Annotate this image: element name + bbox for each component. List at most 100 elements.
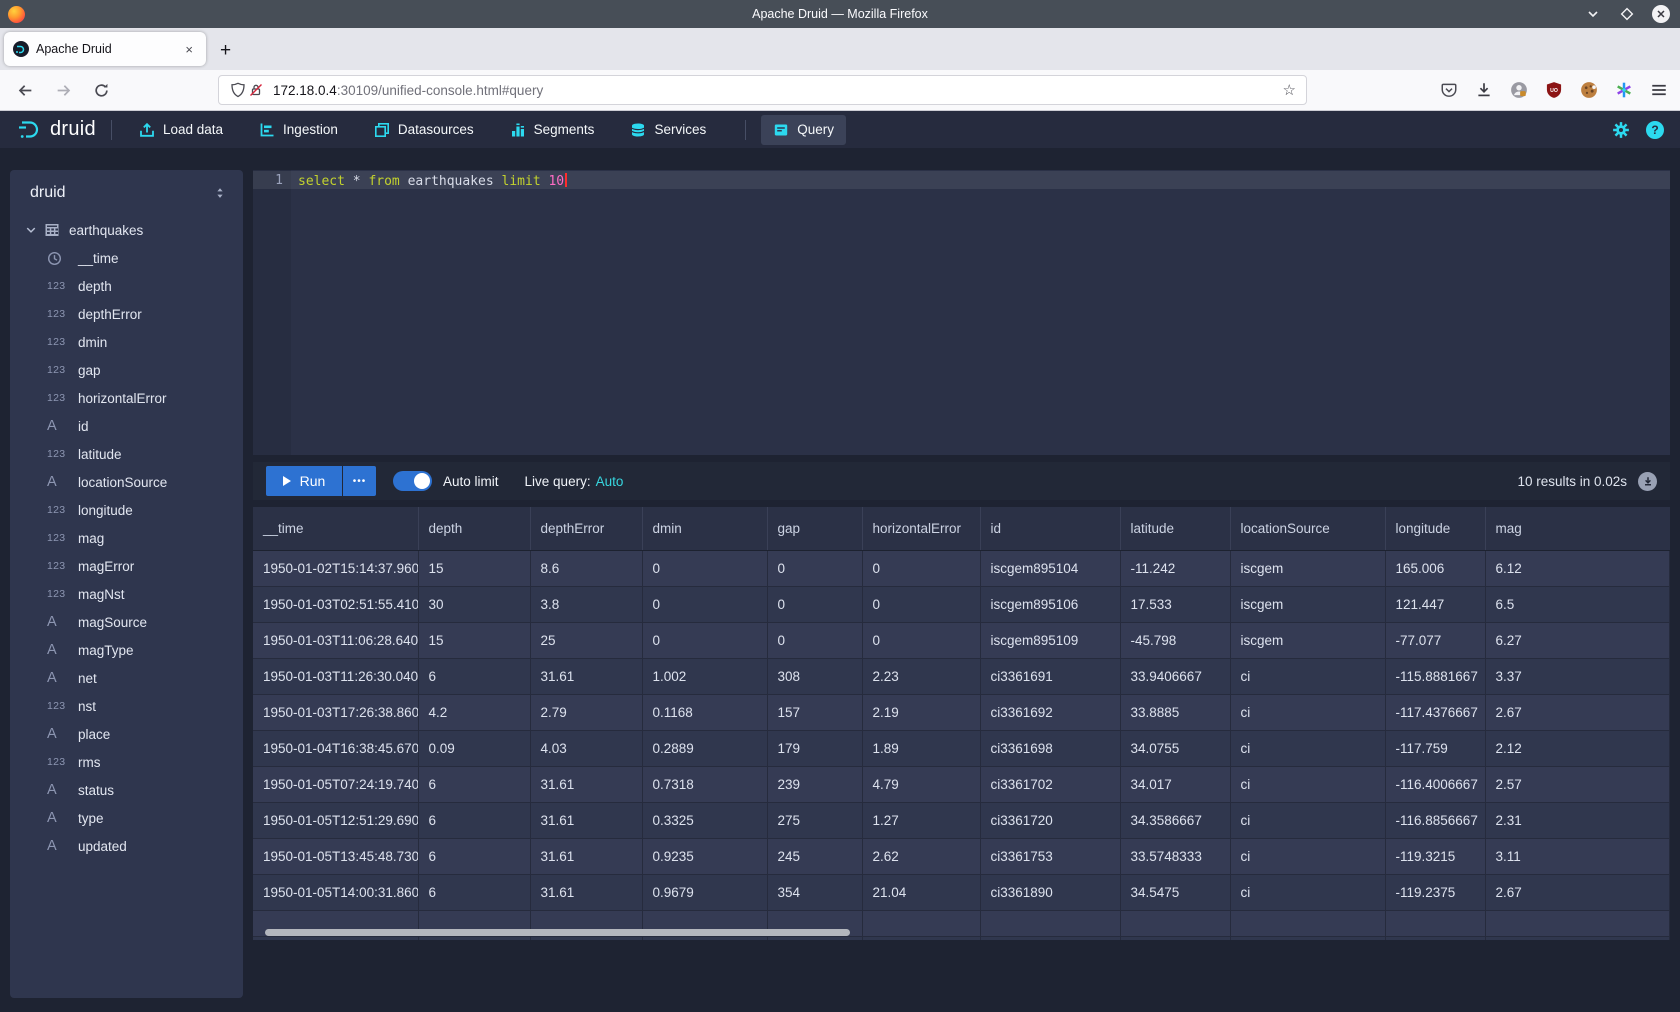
cell-locationSource[interactable]: ci bbox=[1230, 802, 1385, 838]
cell-depth[interactable]: 0.09 bbox=[418, 730, 530, 766]
cookie-extension-icon[interactable] bbox=[1580, 81, 1598, 99]
cell-longitude[interactable]: -116.8856667 bbox=[1385, 802, 1485, 838]
reload-button[interactable] bbox=[92, 81, 110, 99]
cell-id[interactable]: ci3361698 bbox=[980, 730, 1120, 766]
cell-id[interactable]: ci3361702 bbox=[980, 766, 1120, 802]
downloads-icon[interactable] bbox=[1475, 81, 1493, 99]
column-item-magNst[interactable]: 123magNst bbox=[10, 580, 243, 608]
live-query-value[interactable]: Auto bbox=[596, 474, 624, 489]
window-maximize-button[interactable] bbox=[1618, 5, 1636, 23]
cell-gap[interactable]: 275 bbox=[767, 802, 862, 838]
cell-gap[interactable]: 354 bbox=[767, 874, 862, 910]
cell-mag[interactable]: 2.67 bbox=[1485, 694, 1670, 730]
sql-code-line[interactable]: select * from earthquakes limit 10 bbox=[298, 173, 567, 189]
cell-locationSource[interactable]: ci bbox=[1230, 730, 1385, 766]
cell-latitude[interactable]: -11.242 bbox=[1120, 550, 1230, 586]
run-button[interactable]: Run bbox=[266, 466, 342, 496]
cell-__time[interactable]: 1950-01-05T14:00:31.860Z bbox=[253, 874, 418, 910]
cell-dmin[interactable]: 0.9679 bbox=[642, 874, 767, 910]
chevron-down-icon[interactable] bbox=[25, 224, 37, 236]
column-item-type[interactable]: Atype bbox=[10, 804, 243, 832]
cell-depthError[interactable]: 25 bbox=[530, 622, 642, 658]
cell-latitude[interactable]: 34.017 bbox=[1120, 766, 1230, 802]
cell-locationSource[interactable]: iscgem bbox=[1230, 622, 1385, 658]
nav-item-segments[interactable]: Segments bbox=[498, 115, 607, 145]
cell-dmin[interactable]: 1.002 bbox=[642, 658, 767, 694]
column-item-place[interactable]: Aplace bbox=[10, 720, 243, 748]
cell-locationSource[interactable]: ci bbox=[1230, 766, 1385, 802]
column-item-rms[interactable]: 123rms bbox=[10, 748, 243, 776]
sql-editor[interactable]: 1 select * from earthquakes limit 10 bbox=[253, 170, 1670, 455]
column-item-nst[interactable]: 123nst bbox=[10, 692, 243, 720]
back-button[interactable] bbox=[16, 81, 34, 99]
cell-depth[interactable]: 6 bbox=[418, 802, 530, 838]
cell-mag[interactable]: 3.11 bbox=[1485, 838, 1670, 874]
menu-hamburger-icon[interactable] bbox=[1650, 81, 1668, 99]
cell-mag[interactable]: 6.12 bbox=[1485, 550, 1670, 586]
settings-gear-icon[interactable] bbox=[1612, 121, 1630, 139]
column-header-longitude[interactable]: longitude bbox=[1385, 507, 1485, 550]
cell-depth[interactable]: 6 bbox=[418, 658, 530, 694]
cell-id[interactable]: ci3361692 bbox=[980, 694, 1120, 730]
account-icon[interactable] bbox=[1510, 81, 1528, 99]
cell-longitude[interactable]: 121.447 bbox=[1385, 586, 1485, 622]
cell-mag[interactable]: 2.67 bbox=[1485, 874, 1670, 910]
run-more-button[interactable]: ••• bbox=[343, 466, 376, 496]
window-minimize-button[interactable] bbox=[1584, 5, 1602, 23]
cell-gap[interactable]: 308 bbox=[767, 658, 862, 694]
cell-depth[interactable]: 15 bbox=[418, 622, 530, 658]
nav-item-load-data[interactable]: Load data bbox=[127, 115, 235, 145]
column-header-depth[interactable]: depth bbox=[418, 507, 530, 550]
cell-gap[interactable]: 0 bbox=[767, 622, 862, 658]
cell-latitude[interactable]: 34.0755 bbox=[1120, 730, 1230, 766]
cell-depthError[interactable]: 31.61 bbox=[530, 658, 642, 694]
column-item-magSource[interactable]: AmagSource bbox=[10, 608, 243, 636]
cell-longitude[interactable]: -119.2375 bbox=[1385, 874, 1485, 910]
cell-longitude[interactable]: -116.4006667 bbox=[1385, 766, 1485, 802]
cell-latitude[interactable]: -45.798 bbox=[1120, 622, 1230, 658]
cell-depthError[interactable]: 31.61 bbox=[530, 766, 642, 802]
cell-gap[interactable]: 245 bbox=[767, 838, 862, 874]
nav-item-datasources[interactable]: Datasources bbox=[362, 115, 486, 145]
cell-horizontalError[interactable]: 4.79 bbox=[862, 766, 980, 802]
cell-mag[interactable]: 6.5 bbox=[1485, 586, 1670, 622]
cell-longitude[interactable]: -77.077 bbox=[1385, 622, 1485, 658]
cell-mag[interactable]: 3.37 bbox=[1485, 658, 1670, 694]
ublock-origin-icon[interactable]: UO bbox=[1545, 81, 1563, 99]
extension-asterisk-icon[interactable] bbox=[1615, 81, 1633, 99]
cell-__time[interactable]: 1950-01-03T02:51:55.410Z bbox=[253, 586, 418, 622]
cell-gap[interactable]: 179 bbox=[767, 730, 862, 766]
cell-dmin[interactable]: 0.9235 bbox=[642, 838, 767, 874]
cell-dmin[interactable]: 0 bbox=[642, 586, 767, 622]
nav-item-ingestion[interactable]: Ingestion bbox=[247, 115, 350, 145]
cell-__time[interactable]: 1950-01-03T17:26:38.860Z bbox=[253, 694, 418, 730]
cell-gap[interactable]: 157 bbox=[767, 694, 862, 730]
column-header-horizontalError[interactable]: horizontalError bbox=[862, 507, 980, 550]
cell-mag[interactable]: 2.31 bbox=[1485, 802, 1670, 838]
column-item-dmin[interactable]: 123dmin bbox=[10, 328, 243, 356]
column-item-horizontalError[interactable]: 123horizontalError bbox=[10, 384, 243, 412]
cell-latitude[interactable]: 33.9406667 bbox=[1120, 658, 1230, 694]
cell-depth[interactable]: 4.2 bbox=[418, 694, 530, 730]
cell-dmin[interactable]: 0 bbox=[642, 550, 767, 586]
cell-depthError[interactable]: 3.8 bbox=[530, 586, 642, 622]
url-bar[interactable]: 172.18.0.4:30109/unified-console.html#qu… bbox=[218, 75, 1307, 105]
cell-gap[interactable]: 239 bbox=[767, 766, 862, 802]
column-item-locationSource[interactable]: AlocationSource bbox=[10, 468, 243, 496]
cell-dmin[interactable]: 0 bbox=[642, 622, 767, 658]
cell-longitude[interactable]: -117.759 bbox=[1385, 730, 1485, 766]
cell-horizontalError[interactable]: 2.19 bbox=[862, 694, 980, 730]
cell-locationSource[interactable]: ci bbox=[1230, 694, 1385, 730]
column-item-longitude[interactable]: 123longitude bbox=[10, 496, 243, 524]
help-icon[interactable]: ? bbox=[1646, 121, 1664, 139]
cell-__time[interactable]: 1950-01-04T16:38:45.670Z bbox=[253, 730, 418, 766]
tab-close-button[interactable]: × bbox=[181, 40, 197, 59]
cell-depthError[interactable]: 4.03 bbox=[530, 730, 642, 766]
column-header-gap[interactable]: gap bbox=[767, 507, 862, 550]
cell-id[interactable]: ci3361720 bbox=[980, 802, 1120, 838]
cell-id[interactable]: ci3361753 bbox=[980, 838, 1120, 874]
cell-__time[interactable]: 1950-01-03T11:26:30.040Z bbox=[253, 658, 418, 694]
column-header-depthError[interactable]: depthError bbox=[530, 507, 642, 550]
cell-__time[interactable]: 1950-01-05T07:24:19.740Z bbox=[253, 766, 418, 802]
cell-latitude[interactable]: 33.5748333 bbox=[1120, 838, 1230, 874]
